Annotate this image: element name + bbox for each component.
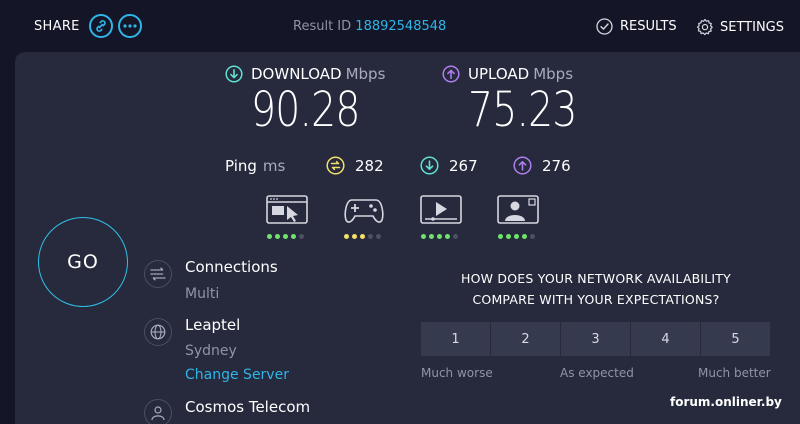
- link-share-button[interactable]: [88, 14, 113, 38]
- idle-latency-icon: [326, 156, 345, 175]
- usecase-web-browsing[interactable]: [265, 194, 309, 239]
- user-icon: [151, 406, 165, 421]
- rating-dot: [376, 234, 381, 239]
- rating-dots: [267, 234, 309, 239]
- gear-icon: [697, 18, 713, 36]
- share-group: SHARE: [34, 14, 147, 38]
- isp-name: Cosmos Telecom: [185, 398, 311, 416]
- change-server-link[interactable]: Change Server: [185, 367, 289, 383]
- results-nav-button[interactable]: RESULTS: [596, 18, 677, 35]
- server-location: Sydney: [185, 343, 237, 359]
- rating-dot: [498, 234, 503, 239]
- rating-dot: [368, 234, 373, 239]
- rating-dot: [360, 234, 365, 239]
- result-id-link[interactable]: 18892548548: [355, 19, 446, 34]
- ping-label: Ping: [225, 157, 257, 175]
- rating-dots: [498, 234, 540, 239]
- go-button[interactable]: GO: [38, 217, 128, 307]
- rating-dot: [421, 234, 426, 239]
- survey-option-1[interactable]: 1: [421, 322, 490, 356]
- ping-download[interactable]: 267: [420, 156, 478, 175]
- survey-label-low: Much worse: [421, 366, 493, 380]
- survey-question-line1: HOW DOES YOUR NETWORK AVAILABILITY: [461, 271, 731, 286]
- connections-icon-wrap: [144, 260, 172, 288]
- rating-dot: [453, 234, 458, 239]
- usecase-gaming[interactable]: [342, 194, 386, 239]
- survey-question-line2: COMPARE WITH YOUR EXPECTATIONS?: [472, 292, 720, 307]
- upload-arrow-icon: [442, 65, 460, 83]
- survey-label-high: Much better: [698, 366, 771, 380]
- download-label: DOWNLOAD: [251, 65, 342, 83]
- upload-speed: 75.23: [468, 82, 577, 138]
- survey-option-4[interactable]: 4: [631, 322, 700, 356]
- rating-dot: [275, 234, 280, 239]
- server-name: Leaptel: [185, 316, 241, 334]
- top-bar: SHARE Result ID 18892548548 RESULTS SETT…: [0, 0, 800, 52]
- globe-icon: [150, 324, 166, 340]
- connections-title: Connections: [185, 258, 278, 276]
- rating-dot: [445, 234, 450, 239]
- link-icon: [95, 20, 106, 32]
- gaming-icon: [344, 199, 384, 223]
- more-dots-icon: [123, 24, 137, 28]
- watermark: forum.onliner.by: [670, 395, 782, 409]
- rating-dot: [267, 234, 272, 239]
- usecase-video-call[interactable]: [496, 194, 540, 239]
- connections-arrows-icon: [150, 267, 166, 281]
- rating-dot: [299, 234, 304, 239]
- download-latency-icon: [420, 156, 439, 175]
- rating-dot: [437, 234, 442, 239]
- survey-scale: 1 2 3 4 5: [421, 322, 771, 356]
- ping-idle-value: 282: [355, 156, 384, 175]
- rating-dot: [291, 234, 296, 239]
- web-browsing-icon: [266, 195, 308, 224]
- rating-dot: [352, 234, 357, 239]
- upload-label: UPLOAD: [468, 65, 530, 83]
- rating-dot: [429, 234, 434, 239]
- download-speed: 90.28: [251, 82, 360, 138]
- upload-header: UPLOAD Mbps: [442, 65, 573, 83]
- download-unit: Mbps: [345, 65, 386, 83]
- more-share-button[interactable]: [117, 14, 142, 38]
- check-circle-icon: [596, 18, 613, 35]
- server-icon-wrap: [144, 318, 172, 346]
- rating-dots: [421, 234, 463, 239]
- download-arrow-icon: [225, 65, 243, 83]
- download-header: DOWNLOAD Mbps: [225, 65, 385, 83]
- result-id: Result ID 18892548548: [293, 19, 446, 34]
- main-panel: DOWNLOAD Mbps 90.28 UPLOAD Mbps 75.23 Pi…: [15, 52, 800, 424]
- video-streaming-icon: [420, 195, 462, 224]
- rating-dot: [283, 234, 288, 239]
- rating-dots: [344, 234, 386, 239]
- isp-icon-wrap: [144, 399, 172, 424]
- ping-download-value: 267: [449, 156, 478, 175]
- connections-value: Multi: [185, 286, 220, 302]
- settings-label: SETTINGS: [720, 19, 785, 35]
- ping-unit: ms: [262, 157, 286, 175]
- ping-upload-value: 276: [542, 156, 571, 175]
- survey-option-2[interactable]: 2: [491, 322, 560, 356]
- survey-question: HOW DOES YOUR NETWORK AVAILABILITY COMPA…: [433, 268, 759, 310]
- share-label: SHARE: [34, 18, 80, 34]
- result-id-label: Result ID: [293, 19, 352, 34]
- rating-dot: [530, 234, 535, 239]
- video-call-icon: [497, 195, 539, 224]
- settings-nav-button[interactable]: SETTINGS: [696, 18, 784, 36]
- results-label: RESULTS: [620, 19, 677, 34]
- survey-label-mid: As expected: [560, 366, 634, 380]
- survey-option-5[interactable]: 5: [701, 322, 770, 356]
- upload-unit: Mbps: [533, 65, 574, 83]
- rating-dot: [344, 234, 349, 239]
- ping-upload[interactable]: 276: [513, 156, 571, 175]
- rating-dot: [522, 234, 527, 239]
- ping-idle[interactable]: 282: [326, 156, 384, 175]
- upload-latency-icon: [513, 156, 532, 175]
- ping-header: Ping ms: [225, 157, 285, 175]
- survey-option-3[interactable]: 3: [561, 322, 630, 356]
- rating-dot: [514, 234, 519, 239]
- usecase-video-streaming[interactable]: [419, 194, 463, 239]
- rating-dot: [506, 234, 511, 239]
